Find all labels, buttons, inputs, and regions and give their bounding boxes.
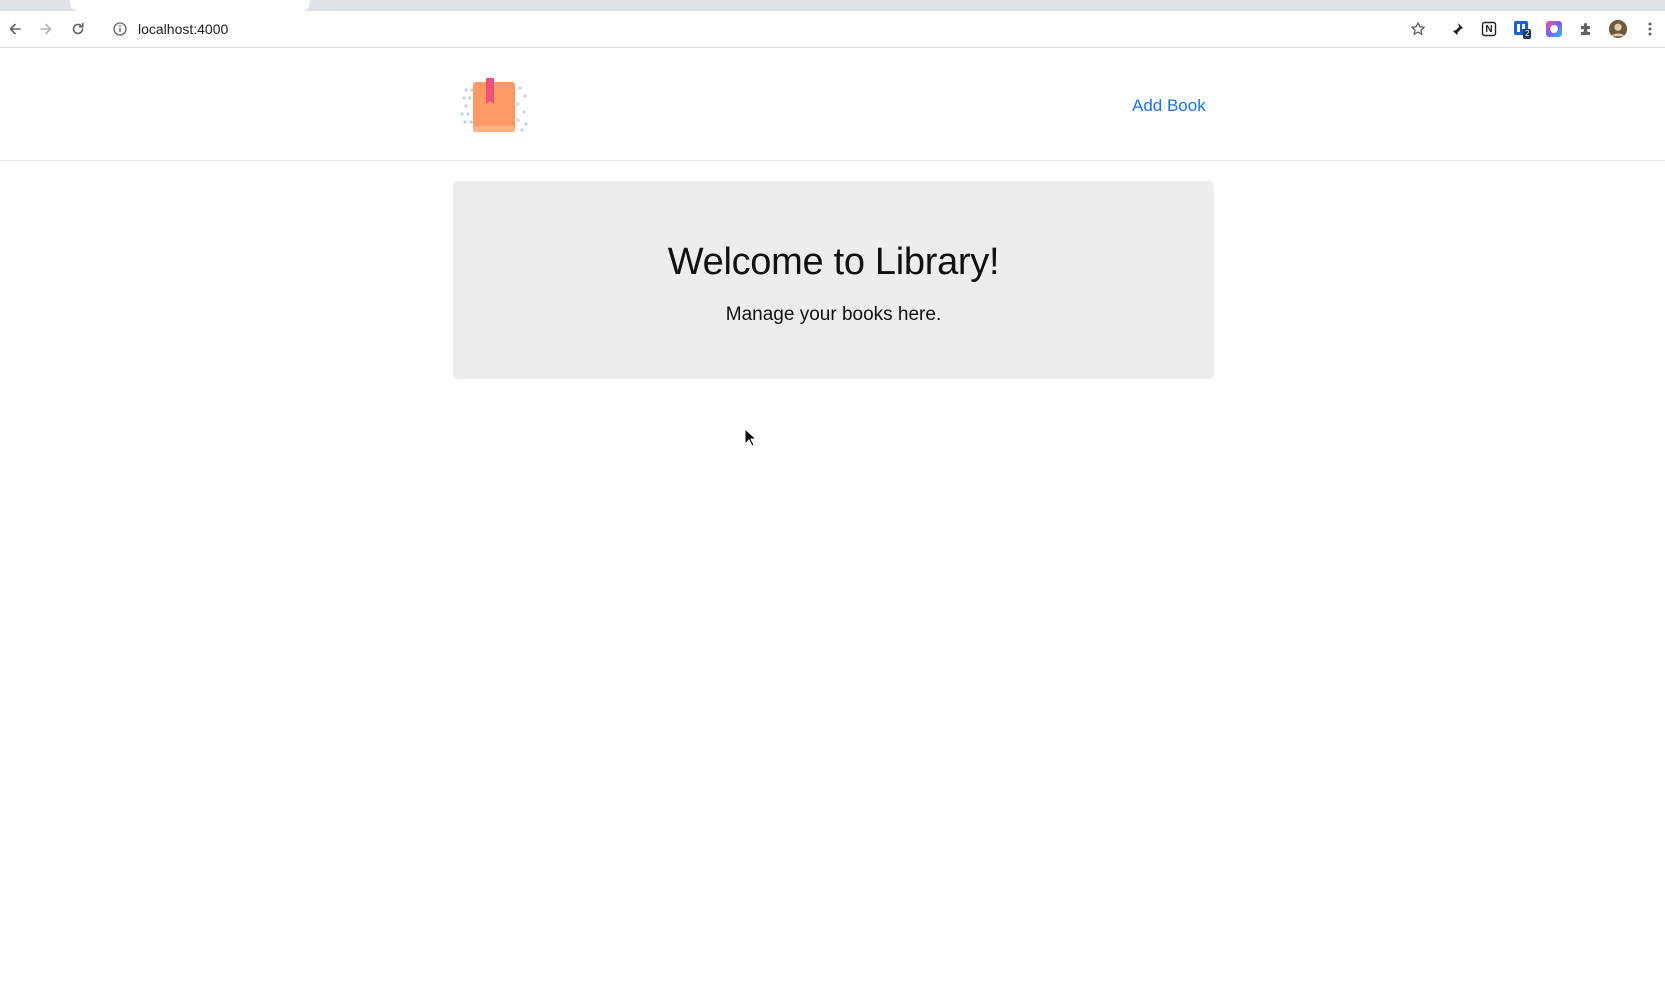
notion-extension-icon[interactable]: N: [1479, 19, 1499, 39]
reload-icon: [72, 22, 84, 35]
add-book-link[interactable]: Add Book: [1132, 96, 1206, 116]
mouse-cursor-icon: [744, 428, 758, 447]
back-button[interactable]: [3, 17, 27, 41]
menu-dots-icon[interactable]: [1640, 19, 1660, 39]
trello-extension-icon[interactable]: 2: [1512, 19, 1532, 39]
book-logo-icon: [460, 78, 528, 132]
forward-button[interactable]: [34, 17, 58, 41]
color-extension-icon[interactable]: [1544, 19, 1564, 39]
forward-icon: [40, 23, 52, 35]
notion-letter: N: [1485, 23, 1493, 35]
extensions-puzzle-icon[interactable]: [1576, 19, 1596, 39]
welcome-subtitle: Manage your books here.: [725, 304, 942, 325]
library-logo[interactable]: [460, 76, 530, 136]
trello-badge: 2: [1523, 29, 1532, 39]
browser-toolbar: localhost:4000 N 2: [0, 11, 1665, 48]
browser-tabstrip: [0, 0, 1665, 11]
bookmark-star-icon[interactable]: [1408, 19, 1428, 39]
pin-extension-icon[interactable]: [1447, 19, 1467, 39]
back-icon: [9, 23, 21, 35]
address-bar[interactable]: localhost:4000: [104, 15, 1394, 43]
reload-button[interactable]: [66, 17, 90, 41]
profile-avatar[interactable]: [1608, 19, 1628, 39]
welcome-title: Welcome to Library!: [667, 241, 1000, 283]
address-bar-url[interactable]: localhost:4000: [138, 21, 228, 37]
info-icon[interactable]: [112, 21, 128, 37]
app-header: Add Book: [0, 48, 1665, 161]
browser-tab-active[interactable]: [70, 0, 310, 11]
welcome-banner: Welcome to Library! Manage your books he…: [453, 181, 1214, 379]
